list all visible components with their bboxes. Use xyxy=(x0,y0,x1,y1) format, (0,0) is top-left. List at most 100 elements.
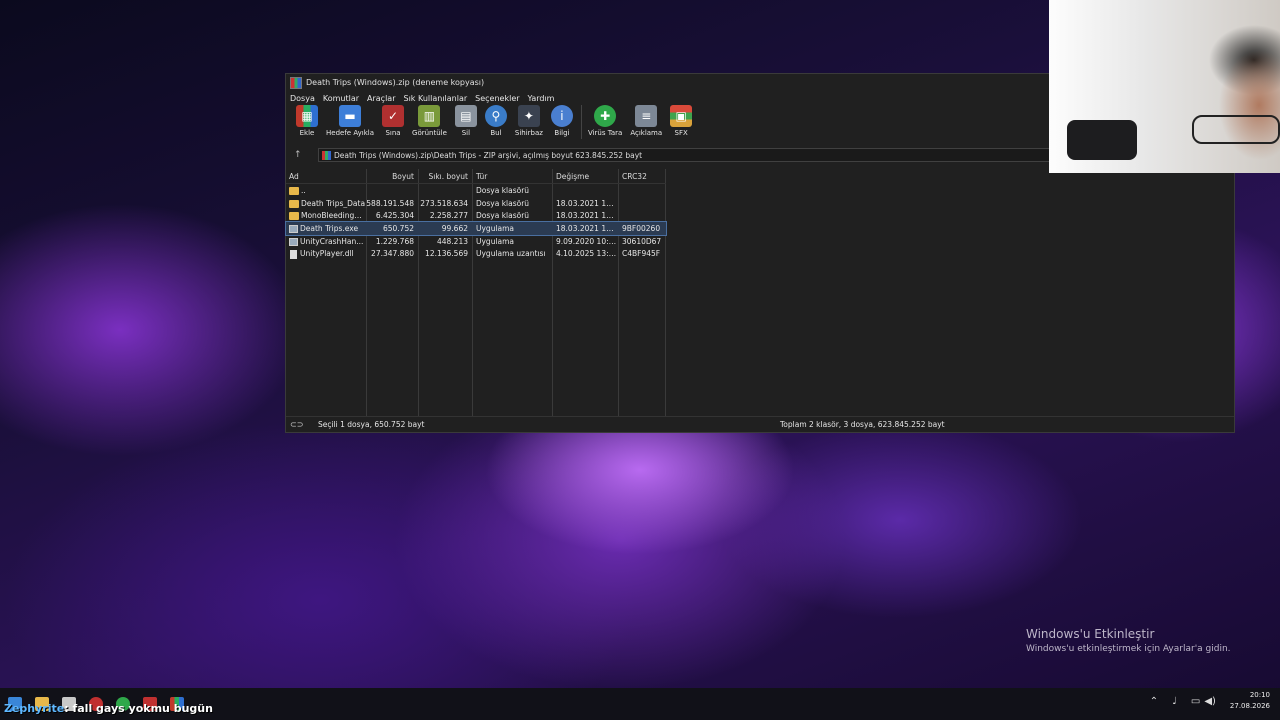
file-crc: 30610D67 xyxy=(622,236,662,246)
status-bar: ⊂⊃ Seçili 1 dosya, 650.752 bayt Toplam 2… xyxy=(286,416,1234,432)
file-name: UnityPlayer.dll xyxy=(300,249,354,259)
file-crc: 9BF00260 xyxy=(622,223,661,233)
speaker-icon[interactable]: ◀) xyxy=(1204,696,1216,707)
virus-scan-icon: ✚ xyxy=(594,105,617,127)
table-row[interactable]: UnityPlayer.dll 27.347.880 12.136.569 Uy… xyxy=(286,247,666,260)
folder-icon xyxy=(289,199,299,208)
window-title: Death Trips (Windows).zip (deneme kopyas… xyxy=(306,78,485,87)
clock-time: 20:10 xyxy=(1249,691,1270,699)
add-button[interactable]: ▦ Ekle xyxy=(296,105,318,137)
folder-icon xyxy=(289,212,299,221)
menu-file[interactable]: Dosya xyxy=(290,94,315,103)
network-icon[interactable]: ▭ xyxy=(1191,696,1200,707)
clipboard-test-icon: ✓ xyxy=(382,105,405,127)
comment-icon: ≡ xyxy=(635,105,658,127)
file-size: 650.752 xyxy=(382,223,414,233)
clock[interactable]: 20:10 27.08.2026 xyxy=(1230,690,1270,712)
table-row[interactable]: .. Dosya klasörü xyxy=(286,184,666,197)
webcam-overlay xyxy=(1049,0,1280,173)
extract-to-button[interactable]: ▬ Hedefe Ayıkla xyxy=(326,105,374,137)
menu-commands[interactable]: Komutlar xyxy=(323,94,359,103)
activation-subtitle: Windows'u etkinleştirmek için Ayarlar'a … xyxy=(1026,644,1231,654)
person-glasses xyxy=(1192,115,1280,144)
wizard-button[interactable]: ✦ Sihirbaz xyxy=(515,105,543,137)
file-packed-size: 12.136.569 xyxy=(425,249,468,259)
sfx-button[interactable]: ▣ SFX xyxy=(670,105,693,137)
table-row[interactable]: MonoBleedingE... 6.425.304 2.258.277 Dos… xyxy=(286,209,666,222)
table-row[interactable]: Death Trips_Data 588.191.548 273.518.634… xyxy=(286,197,666,210)
file-size: 6.425.304 xyxy=(375,211,414,221)
info-icon: i xyxy=(550,105,573,127)
file-modified: 18.03.2021 15:40 xyxy=(556,211,618,221)
file-type: Uygulama xyxy=(476,223,515,233)
folder-icon xyxy=(289,186,299,195)
find-button[interactable]: ⚲ Bul xyxy=(484,105,507,137)
toolbar-separator xyxy=(580,105,582,139)
file-modified: 4.10.2025 13:01 xyxy=(556,249,618,259)
menu-help[interactable]: Yardım xyxy=(528,94,555,103)
sfx-icon: ▣ xyxy=(670,105,693,127)
file-modified: 9.09.2020 10:36 xyxy=(556,236,618,246)
system-tray: ⌃ ♩ ▭ ◀) 20:10 27.08.2026 xyxy=(1150,690,1270,712)
file-packed-size: 99.662 xyxy=(441,223,468,233)
activation-title: Windows'u Etkinleştir xyxy=(1026,627,1155,641)
file-type: Dosya klasörü xyxy=(476,211,530,221)
stream-chat-message: Zephyrite: fall gays yokmu bugün xyxy=(4,702,213,715)
file-modified: 18.03.2021 15:40 xyxy=(556,198,618,208)
comment-button[interactable]: ≡ Açıklama xyxy=(630,105,662,137)
folder-extract-icon: ▬ xyxy=(339,105,361,127)
column-header-name[interactable]: Ad xyxy=(286,172,366,181)
file-size: 1.229.768 xyxy=(375,236,414,246)
column-header-modified[interactable]: Değişme xyxy=(552,172,618,181)
column-header-packed[interactable]: Sıkı. boyut xyxy=(418,172,472,181)
application-icon xyxy=(289,237,298,246)
application-icon xyxy=(289,224,298,233)
column-header-crc[interactable]: CRC32 xyxy=(618,172,665,181)
status-selected: Seçili 1 dosya, 650.752 bayt xyxy=(318,420,425,429)
column-header-row: Ad Boyut Sıkı. boyut Tür Değişme CRC32 xyxy=(286,169,666,184)
clock-date: 27.08.2026 xyxy=(1229,702,1270,710)
up-arrow-icon[interactable]: ↑ xyxy=(294,150,306,160)
menu-tools[interactable]: Araçlar xyxy=(367,94,395,103)
chevron-up-icon[interactable]: ⌃ xyxy=(1150,696,1158,707)
microphone-icon[interactable]: ♩ xyxy=(1172,696,1177,707)
chat-username: Zephyrite xyxy=(4,702,65,715)
table-row-selected[interactable]: Death Trips.exe 650.752 99.662 Uygulama … xyxy=(285,221,667,236)
delete-button[interactable]: ▤ Sil xyxy=(454,105,477,137)
book-view-icon: ▥ xyxy=(418,105,441,127)
winrar-app-icon xyxy=(290,76,302,89)
table-row[interactable]: UnityCrashHan... 1.229.768 448.213 Uygul… xyxy=(286,235,666,248)
view-button[interactable]: ▥ Görüntüle xyxy=(412,105,447,137)
zip-archive-icon xyxy=(322,150,331,160)
column-header-type[interactable]: Tür xyxy=(472,172,552,181)
microphone-image xyxy=(1067,120,1137,160)
file-type: Dosya klasörü xyxy=(476,185,530,195)
file-name: MonoBleedingE... xyxy=(301,211,366,221)
file-packed-size: 448.213 xyxy=(436,236,468,246)
file-type: Dosya klasörü xyxy=(476,198,530,208)
file-packed-size: 273.518.634 xyxy=(420,198,468,208)
dll-file-icon xyxy=(290,249,297,259)
file-list: Ad Boyut Sıkı. boyut Tür Değişme CRC32 .… xyxy=(285,169,667,416)
file-modified: 18.03.2021 15:40 xyxy=(556,223,618,233)
magnifier-icon: ⚲ xyxy=(484,105,507,127)
path-text: Death Trips (Windows).zip\Death Trips - … xyxy=(334,150,643,160)
column-header-size[interactable]: Boyut xyxy=(366,172,418,181)
info-button[interactable]: i Bilgi xyxy=(550,105,573,137)
status-total: Toplam 2 klasör, 3 dosya, 623.845.252 ba… xyxy=(780,420,945,429)
file-name: Death Trips.exe xyxy=(300,223,359,233)
file-type: Uygulama xyxy=(476,236,515,246)
file-name: .. xyxy=(301,185,306,195)
archive-add-icon: ▦ xyxy=(296,105,318,127)
wand-icon: ✦ xyxy=(517,105,540,127)
file-type: Uygulama uzantısı xyxy=(476,249,546,259)
file-size: 588.191.548 xyxy=(366,198,414,208)
activation-watermark: Windows'u Etkinleştir Windows'u etkinleş… xyxy=(1026,627,1231,654)
test-button[interactable]: ✓ Sına xyxy=(382,105,405,137)
menu-favorites[interactable]: Sık Kullanılanlar xyxy=(404,94,468,103)
menu-options[interactable]: Seçenekler xyxy=(475,94,519,103)
file-crc: C4BF945F xyxy=(622,249,661,259)
virus-scan-button[interactable]: ✚ Virüs Tara xyxy=(588,105,622,137)
file-packed-size: 2.258.277 xyxy=(429,211,468,221)
key-icon: ⊂⊃ xyxy=(290,420,304,429)
